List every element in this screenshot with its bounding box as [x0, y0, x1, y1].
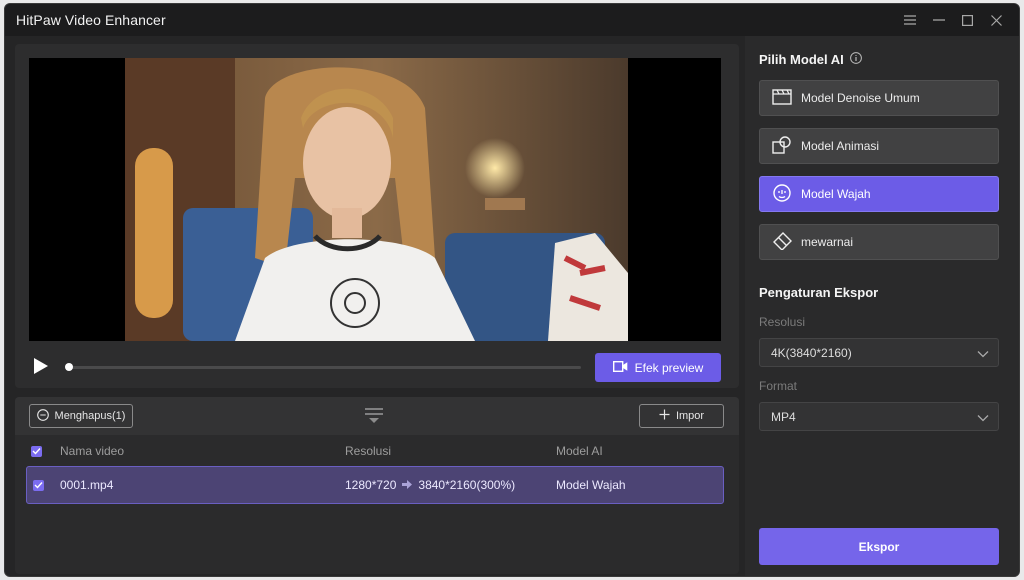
model-colorize-button[interactable]: mewarnai [759, 224, 999, 260]
row-res-to: 3840*2160(300%) [418, 478, 516, 492]
model-animation-button[interactable]: Model Animasi [759, 128, 999, 164]
row-model: Model Wajah [556, 478, 626, 492]
model-face-label: Model Wajah [801, 187, 871, 201]
video-camera-icon [612, 360, 628, 375]
minus-circle-icon [36, 408, 49, 424]
table-header: Nama video Resolusi Model AI [15, 435, 739, 467]
collapse-list-icon[interactable] [364, 407, 384, 425]
main-area: Efek preview Menghapus(1) Impor Nama vid… [15, 44, 739, 574]
settings-sidebar: Pilih Model AI Model Denoise Umum Model … [745, 36, 1019, 576]
model-title-text: Pilih Model AI [759, 52, 844, 67]
preview-effect-button[interactable]: Efek preview [595, 353, 721, 382]
row-resolution: 1280*720 3840*2160(300%) [345, 478, 515, 492]
arrow-right-icon [402, 478, 413, 492]
model-section-title: Pilih Model AI [759, 52, 862, 67]
format-select[interactable]: MP4 [759, 402, 999, 431]
minimize-icon[interactable] [924, 4, 953, 36]
eraser-icon [772, 231, 792, 253]
header-model: Model AI [556, 444, 603, 458]
shapes-icon [772, 135, 792, 157]
video-list-panel: Menghapus(1) Impor Nama video Resolusi M… [15, 397, 739, 574]
model-animation-label: Model Animasi [801, 139, 880, 153]
preview-panel: Efek preview [15, 44, 739, 388]
maximize-icon[interactable] [953, 4, 982, 36]
app-title: HitPaw Video Enhancer [16, 12, 166, 28]
select-all-checkbox[interactable] [31, 445, 42, 457]
header-resolution: Resolusi [345, 444, 392, 458]
format-value: MP4 [771, 409, 796, 424]
table-row[interactable]: 0001.mp4 1280*720 3840*2160(300%) Model … [26, 466, 724, 504]
video-frame [125, 58, 628, 341]
row-checkbox[interactable] [33, 479, 44, 491]
chevron-down-icon [977, 411, 989, 425]
list-toolbar: Menghapus(1) Impor [15, 397, 739, 435]
format-label: Format [759, 379, 798, 393]
import-button[interactable]: Impor [639, 404, 724, 428]
export-button[interactable]: Ekspor [759, 528, 999, 565]
model-denoise-label: Model Denoise Umum [801, 91, 920, 105]
window-controls [895, 4, 1011, 36]
delete-button-label: Menghapus(1) [54, 410, 126, 422]
header-name: Nama video [60, 444, 125, 458]
preview-button-label: Efek preview [634, 360, 704, 375]
import-button-label: Impor [675, 410, 705, 422]
close-icon[interactable] [982, 4, 1011, 36]
resolution-select[interactable]: 4K(3840*2160) [759, 338, 999, 367]
progress-slider[interactable] [65, 363, 581, 371]
resolution-label: Resolusi [759, 315, 806, 329]
info-icon[interactable] [849, 52, 862, 67]
row-res-from: 1280*720 [345, 478, 397, 492]
model-denoise-button[interactable]: Model Denoise Umum [759, 80, 999, 116]
menu-icon[interactable] [895, 4, 924, 36]
film-icon [772, 88, 792, 109]
face-icon [772, 183, 792, 205]
app-window: HitPaw Video Enhancer Efek preview Mengh… [4, 3, 1020, 577]
export-section-title: Pengaturan Ekspor [759, 285, 879, 300]
video-player[interactable] [29, 58, 721, 341]
model-colorize-label: mewarnai [801, 235, 854, 249]
play-icon[interactable] [33, 357, 51, 377]
plus-icon [659, 409, 670, 423]
player-controls: Efek preview [29, 352, 721, 382]
resolution-value: 4K(3840*2160) [771, 345, 852, 360]
chevron-down-icon [977, 347, 989, 361]
row-file-name: 0001.mp4 [60, 478, 114, 492]
delete-button[interactable]: Menghapus(1) [29, 404, 133, 428]
progress-knob[interactable] [65, 363, 73, 371]
title-bar: HitPaw Video Enhancer [5, 4, 1019, 36]
model-face-button[interactable]: Model Wajah [759, 176, 999, 212]
